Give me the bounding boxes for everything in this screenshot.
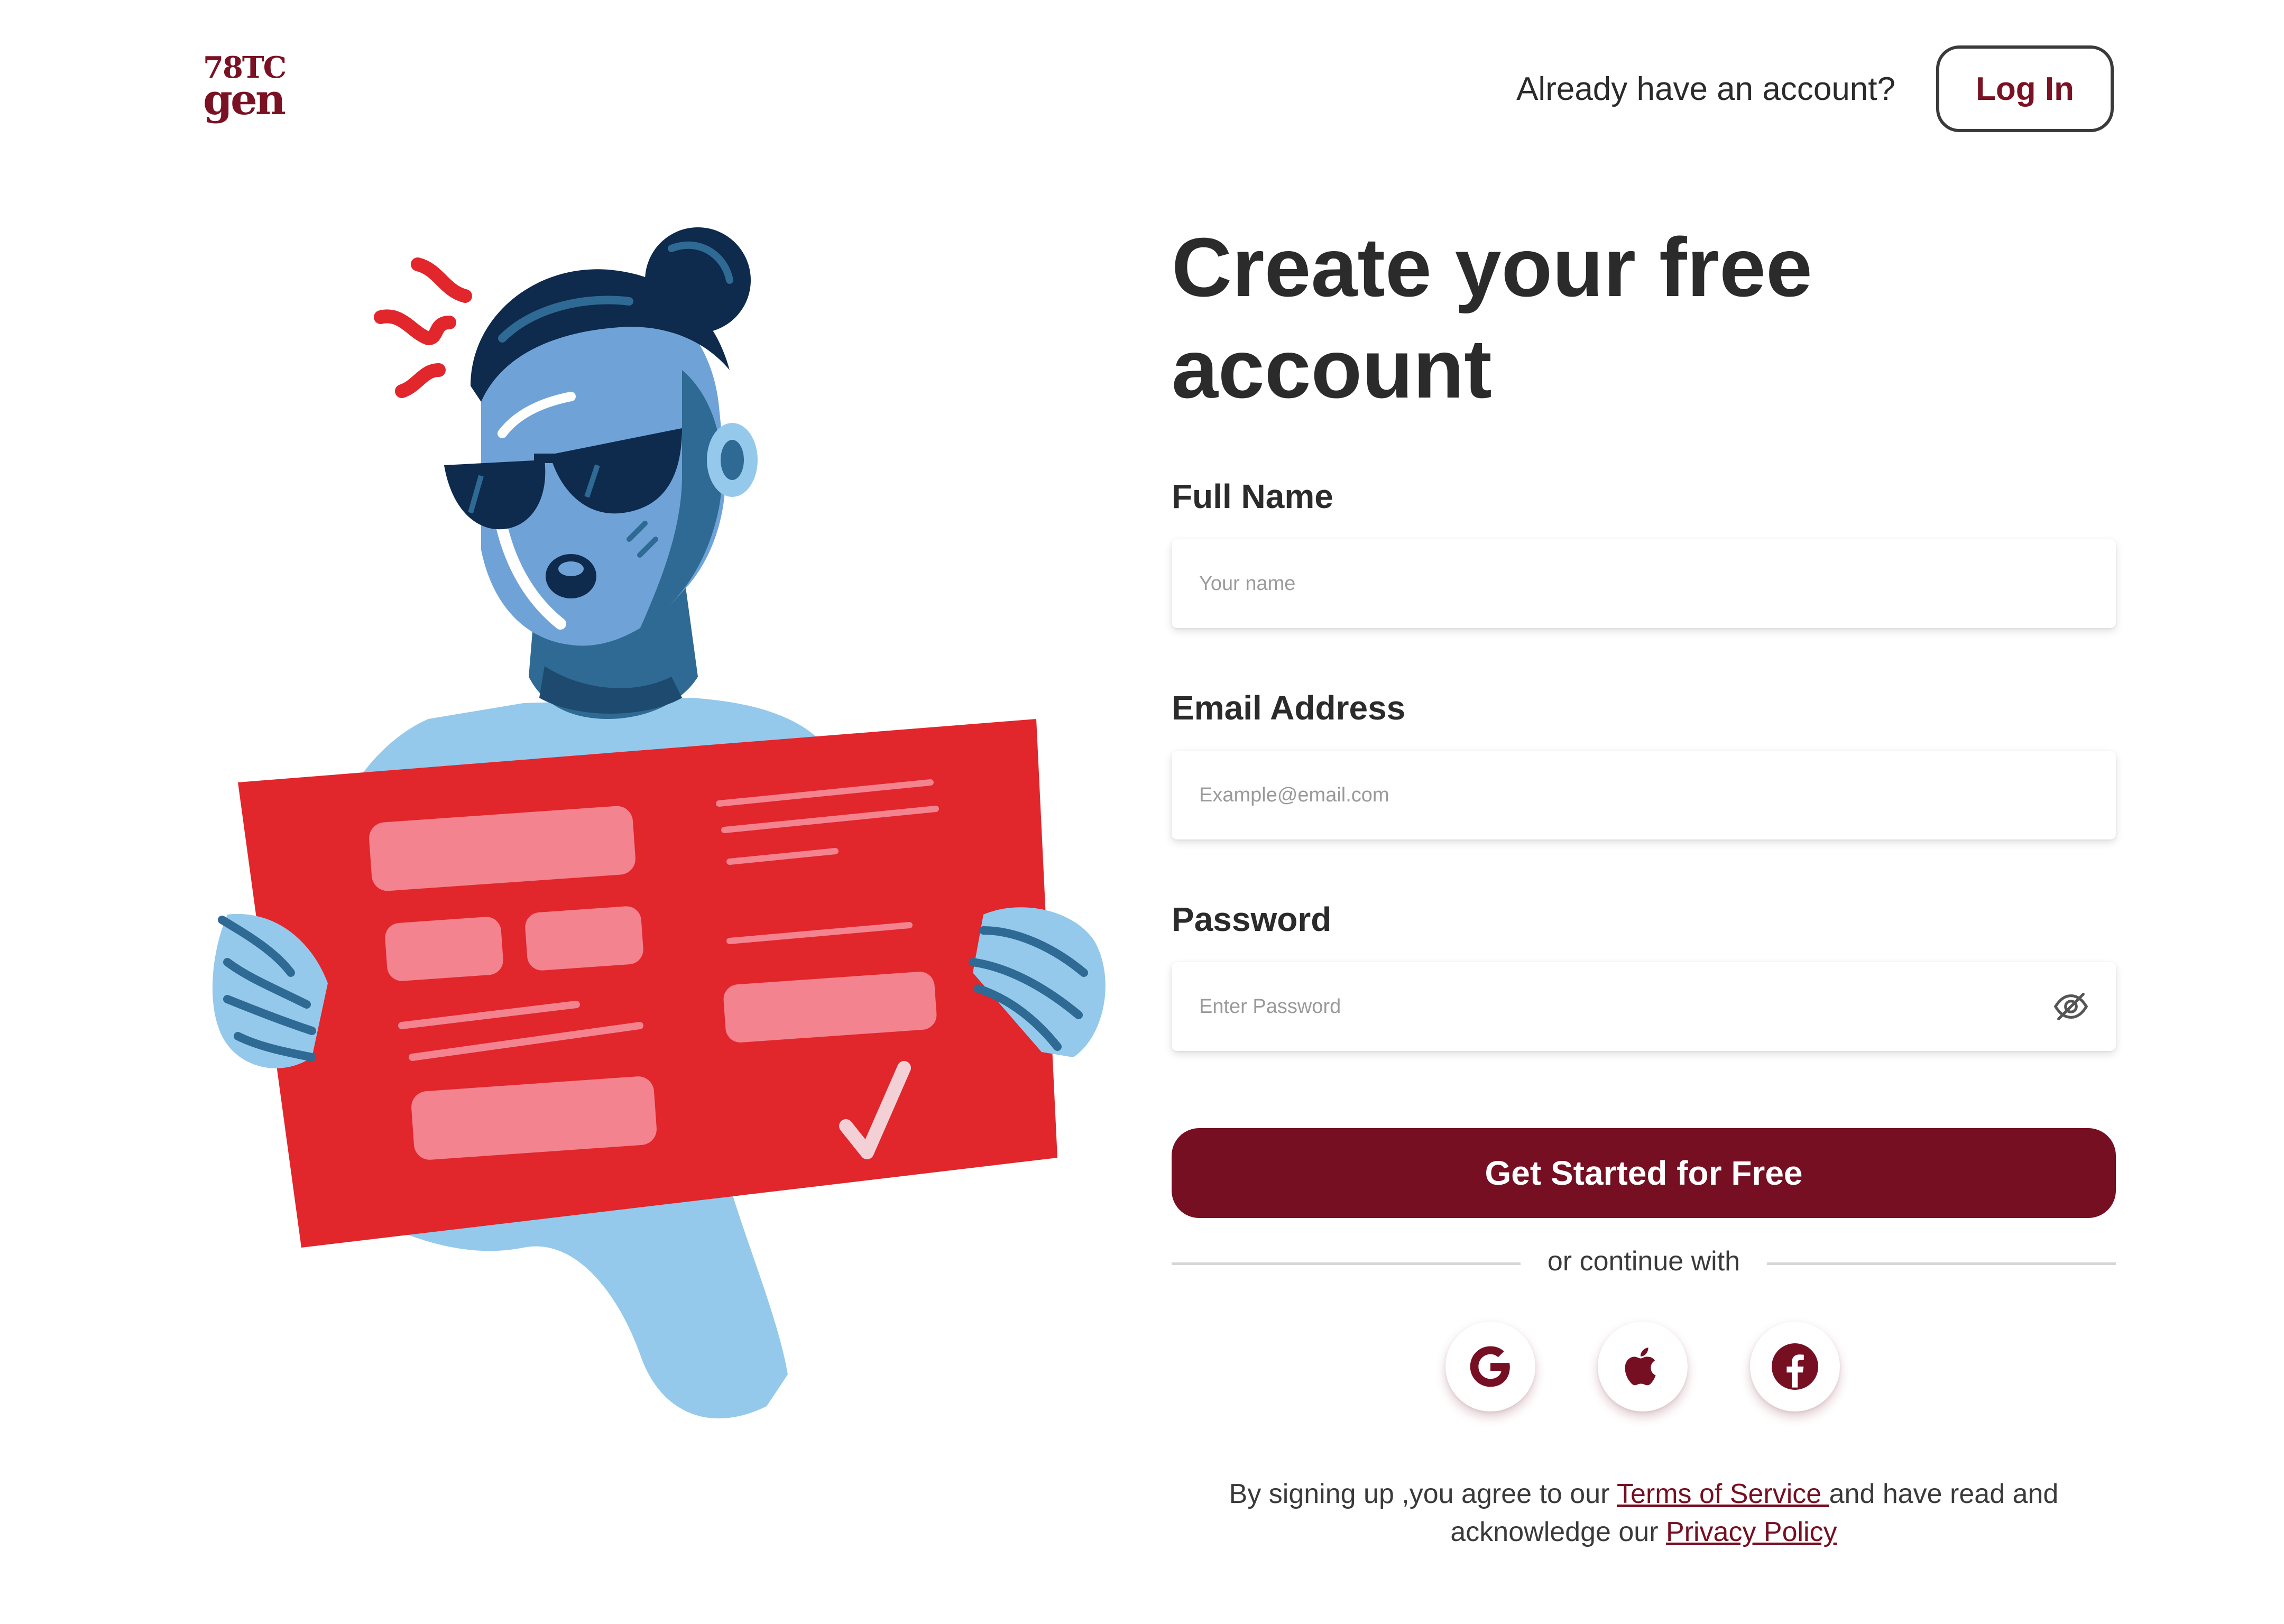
signup-page: 78TC gen Already have an account? Log In — [0, 0, 2284, 1624]
eye-slash-icon[interactable] — [2052, 988, 2089, 1025]
brand-logo[interactable]: 78TC gen — [203, 53, 287, 124]
google-icon — [1470, 1346, 1510, 1387]
facebook-icon — [1772, 1343, 1818, 1390]
logo-line-2: gen — [203, 75, 286, 124]
divider-line-right — [1767, 1262, 2116, 1265]
apple-icon — [1625, 1348, 1656, 1386]
already-have-account-text: Already have an account? — [1516, 71, 1895, 107]
email-label: Email Address — [1172, 689, 1406, 727]
apple-signin-button[interactable] — [1598, 1322, 1688, 1411]
privacy-policy-link[interactable]: Privacy Policy — [1666, 1517, 1837, 1547]
full-name-input[interactable] — [1172, 539, 2116, 628]
legal-prefix: By signing up ,you agree to our — [1229, 1479, 1617, 1509]
password-field-wrapper — [1172, 962, 2116, 1051]
google-signin-button[interactable] — [1445, 1322, 1535, 1411]
or-continue-with-text: or continue with — [1547, 1246, 1740, 1277]
password-label: Password — [1172, 900, 1332, 938]
woman-holding-document-illustration — [212, 227, 1106, 1419]
full-name-label: Full Name — [1172, 477, 1333, 515]
email-input[interactable] — [1172, 751, 2116, 839]
get-started-button[interactable]: Get Started for Free — [1172, 1128, 2116, 1218]
terms-of-service-link[interactable]: Terms of Service — [1617, 1479, 1829, 1509]
password-input[interactable] — [1172, 962, 2116, 1051]
full-name-field-wrapper — [1172, 539, 2116, 628]
page-title: Create your free account — [1172, 217, 1859, 420]
facebook-signin-button[interactable] — [1750, 1322, 1840, 1411]
email-field-wrapper — [1172, 751, 2116, 839]
title-line-1: Create your free — [1172, 221, 1812, 314]
login-button[interactable]: Log In — [1936, 45, 2114, 132]
title-line-2: account — [1172, 322, 1492, 416]
legal-disclaimer: By signing up ,you agree to our Terms of… — [1172, 1475, 2116, 1551]
